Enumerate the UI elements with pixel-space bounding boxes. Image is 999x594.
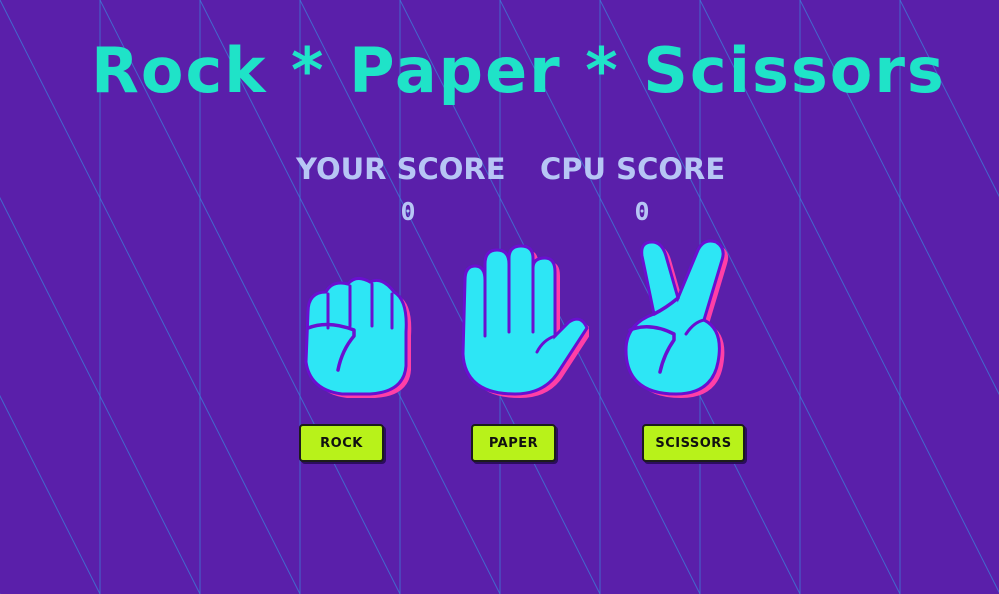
victory-hand-icon[interactable] (620, 238, 734, 402)
paper-button[interactable]: PAPER (471, 424, 556, 462)
fist-icon[interactable] (298, 270, 418, 402)
cpu-score-value: 0 (634, 197, 650, 226)
your-score-value: 0 (400, 197, 416, 226)
game-title: Rock * Paper * Scissors (91, 34, 946, 107)
open-hand-icon[interactable] (457, 244, 592, 402)
your-score-label: YOUR SCORE (296, 152, 506, 186)
rock-button[interactable]: ROCK (299, 424, 384, 462)
scissors-button[interactable]: SCISSORS (642, 424, 745, 462)
cpu-score-label: CPU SCORE (540, 152, 726, 186)
